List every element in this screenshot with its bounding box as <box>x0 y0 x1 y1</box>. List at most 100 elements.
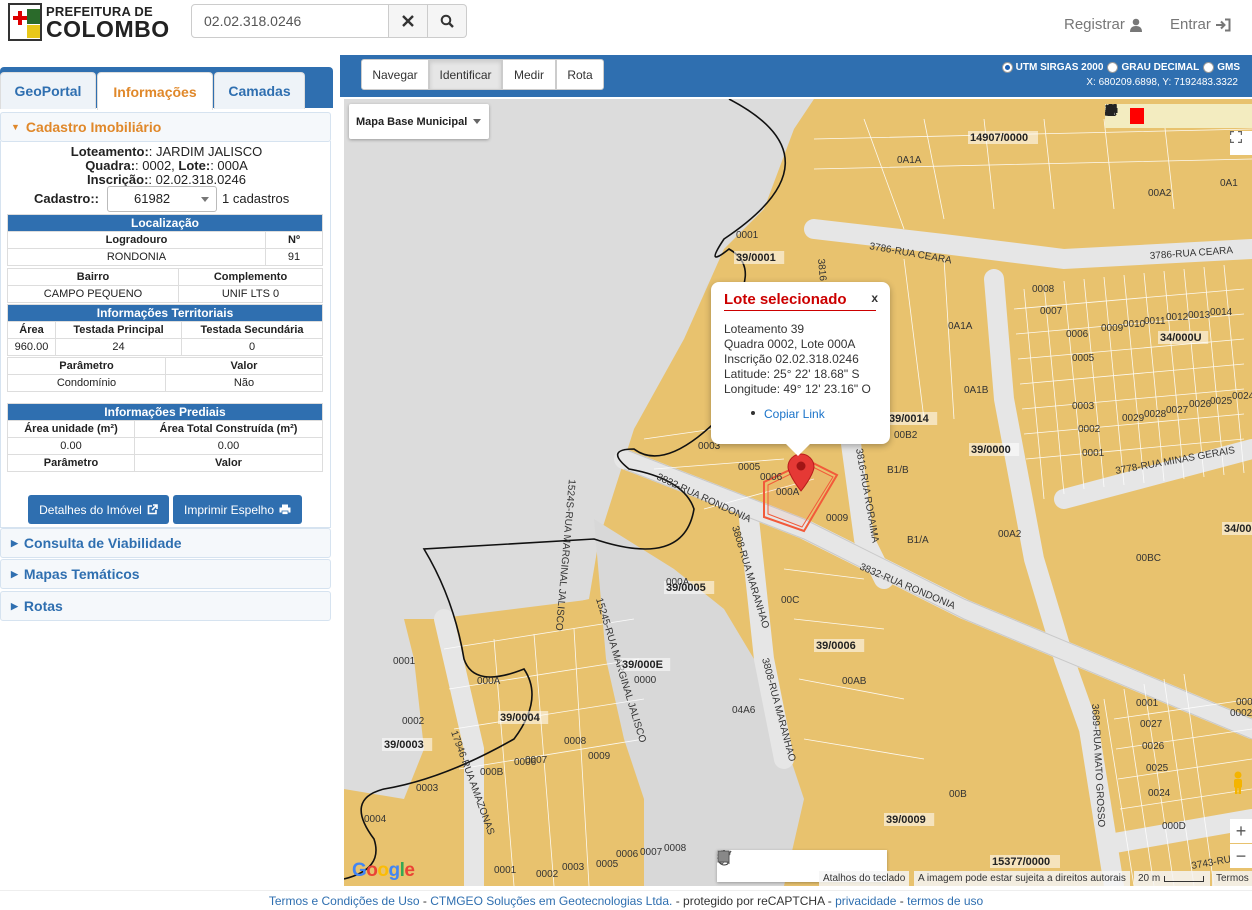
accordion-mapas-tematicos[interactable]: ▶ Mapas Temáticos <box>0 559 331 589</box>
scale-bar[interactable]: 20 m <box>1134 871 1210 886</box>
print-icon <box>279 504 291 515</box>
lot-label: 0003 <box>562 862 585 873</box>
table-cell: 0 <box>181 338 323 356</box>
tab-informacoes[interactable]: Informações <box>97 72 213 110</box>
table-cell: RONDONIA <box>7 248 266 266</box>
map-canvas[interactable]: 3786-RUA CEARA 3786-RUA CEARA 3778-RUA MIN… <box>344 99 1252 886</box>
cadastro-count: 1 cadastros <box>222 191 290 206</box>
block-label: 34/000 <box>1224 523 1252 535</box>
zoom-search-icon[interactable] <box>1105 104 1168 128</box>
clear-search-button[interactable] <box>389 4 428 38</box>
lot-label: 0024 <box>1148 788 1171 799</box>
close-icon[interactable] <box>1105 104 1231 128</box>
lot-label: 0000 <box>634 675 657 686</box>
lot-label: 00BC <box>1136 553 1161 564</box>
lot-label: 0003 <box>416 783 439 794</box>
circle-icon[interactable] <box>717 850 801 882</box>
prefeitura-logo[interactable]: PREFEITURA DE COLOMBO <box>8 3 169 43</box>
terms-conditions-link[interactable]: Termos e Condições de Uso <box>269 894 420 908</box>
radio-icon <box>1001 62 1013 73</box>
expand-icon[interactable] <box>1105 104 1252 128</box>
marker-icon[interactable] <box>717 850 773 882</box>
lot-label: 0006 <box>1066 329 1089 340</box>
accordion-rotas[interactable]: ▶ Rotas <box>0 591 331 621</box>
lot-label: 000D <box>1162 821 1186 832</box>
radio-gms[interactable]: GMS <box>1203 62 1240 73</box>
google-logo[interactable]: Google <box>352 860 415 882</box>
column-header: Bairro <box>7 268 179 286</box>
coat-of-arms-icon <box>8 3 42 41</box>
radio-utm[interactable]: UTM SIRGAS 2000 <box>1001 62 1103 73</box>
column-header: Testada Secundária <box>181 321 323 339</box>
pegman-icon[interactable] <box>1231 771 1251 801</box>
caret-right-icon: ▶ <box>11 600 18 611</box>
coordinate-readout: X: 680209.6898, Y: 7192483.3322 <box>1086 77 1238 88</box>
lot-label: 000A <box>776 487 800 498</box>
button-label: Medir <box>513 67 544 82</box>
register-link[interactable]: Registrar <box>1064 16 1143 33</box>
medir-button[interactable]: Medir <box>502 59 556 90</box>
lot-label: 000B <box>480 767 504 778</box>
column-header: Logradouro <box>7 231 266 249</box>
popup-close-button[interactable]: x <box>871 291 878 305</box>
prediais-table: Informações Prediais Área unidade (m²) Ár… <box>7 403 323 472</box>
accordion-title: Rotas <box>23 598 63 614</box>
search-box <box>191 4 467 38</box>
separator: - <box>896 894 908 908</box>
column-header: Parâmetro <box>7 357 166 375</box>
table-cell: Não <box>165 374 323 392</box>
separator: - <box>419 894 431 908</box>
imprimir-espelho-button[interactable]: Imprimir Espelho <box>173 495 302 524</box>
column-header: Complemento <box>178 268 323 286</box>
zoom-in-button[interactable]: + <box>1230 819 1252 843</box>
imagery-rights-notice: A imagem pode estar sujeita a direitos a… <box>914 871 1130 886</box>
block-label: 39/000E <box>622 659 663 671</box>
lot-label: 0004 <box>364 814 387 825</box>
copy-link[interactable]: Copiar Link <box>764 407 825 421</box>
print-icon[interactable] <box>1105 104 1189 128</box>
lot-label: 0001 <box>1136 698 1159 709</box>
radio-icon <box>1203 62 1215 73</box>
fullscreen-button[interactable] <box>1230 131 1252 155</box>
detalhes-imovel-button[interactable]: Detalhes do Imóvel <box>28 495 169 524</box>
privacy-link[interactable]: privacidade <box>835 894 896 908</box>
zoom-out-button[interactable]: − <box>1230 844 1252 868</box>
navegar-button[interactable]: Navegar <box>361 59 429 90</box>
tab-geoportal[interactable]: GeoPortal <box>0 72 96 109</box>
lot-label: 0007 <box>640 847 663 858</box>
accordion-consulta-viabilidade[interactable]: ▶ Consulta de Viabilidade <box>0 528 331 558</box>
lot-label: 0009 <box>1101 323 1124 334</box>
column-header: Parâmetro <box>7 454 135 472</box>
popup-line: Latitude: 25° 22' 18.68" S <box>724 367 860 381</box>
search-input[interactable] <box>191 4 389 38</box>
radio-grau-decimal[interactable]: GRAU DECIMAL <box>1107 62 1199 73</box>
lot-label: 0002 <box>536 869 559 880</box>
search-icon <box>440 14 454 28</box>
lot-label: 0014 <box>1210 307 1233 318</box>
quadra-lote-line: Quadra:: 0002, Lote:: 000A <box>85 158 248 173</box>
color-swatch-button[interactable] <box>1126 104 1147 128</box>
company-link[interactable]: CTMGEO Soluções em Geotecnologias Ltda. <box>430 894 672 908</box>
table-cell: 960.00 <box>7 338 56 356</box>
terms-of-use-link[interactable]: termos de uso <box>907 894 983 908</box>
basemap-select[interactable]: Mapa Base Municipal <box>349 104 489 139</box>
rota-button[interactable]: Rota <box>556 59 604 90</box>
cadastro-select[interactable]: 61982 <box>107 186 217 212</box>
scale-label: 20 m <box>1138 873 1161 884</box>
accordion-cadastro-imobiliario[interactable]: ▼ Cadastro Imobiliário <box>0 112 331 142</box>
login-link[interactable]: Entrar <box>1170 16 1231 33</box>
basemap-value: Mapa Base Municipal <box>356 115 468 128</box>
accordion-title: Cadastro Imobiliário <box>25 119 162 135</box>
red-square-icon <box>1129 108 1144 124</box>
tab-camadas[interactable]: Camadas <box>214 72 305 109</box>
keyboard-shortcuts-link[interactable]: Atalhos do teclado <box>819 871 910 886</box>
terms-link[interactable]: Termos <box>1212 871 1252 886</box>
search-button[interactable] <box>428 4 467 38</box>
block-label: 39/0004 <box>500 712 541 724</box>
accordion-title: Mapas Temáticos <box>23 566 140 582</box>
button-label: Identificar <box>439 67 492 82</box>
lot-label: B1/B <box>887 465 909 476</box>
identificar-button[interactable]: Identificar <box>429 59 502 90</box>
map-toolbox <box>1105 104 1252 128</box>
trash-icon[interactable] <box>1105 104 1210 128</box>
